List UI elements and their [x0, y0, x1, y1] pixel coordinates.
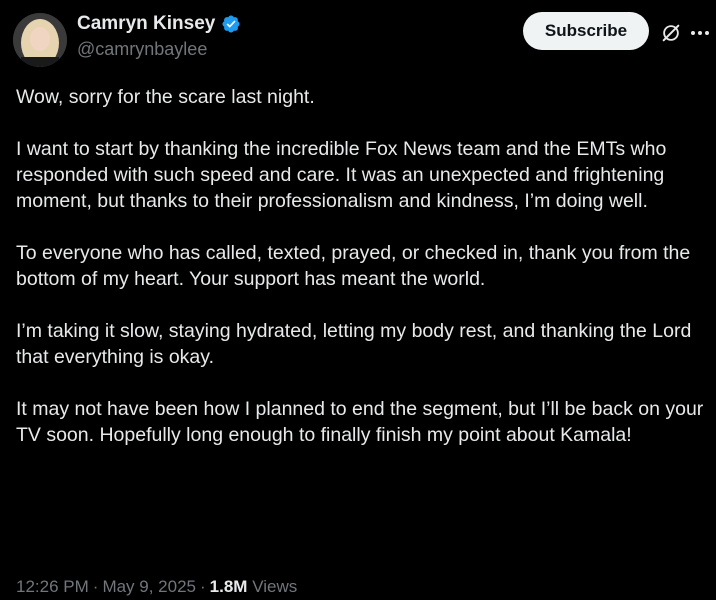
tweet-meta: 12:26 PM · May 9, 2025 · 1.8M Views: [16, 577, 298, 596]
avatar-image: [13, 13, 67, 67]
name-row: Camryn Kinsey: [77, 13, 241, 35]
tweet-time[interactable]: 12:26 PM: [16, 577, 89, 596]
tweet-text: Wow, sorry for the scare last night. I w…: [16, 84, 706, 448]
user-handle[interactable]: @camrynbaylee: [77, 38, 207, 60]
tweet-paragraph: It may not have been how I planned to en…: [16, 398, 704, 446]
tweet-paragraph: Wow, sorry for the scare last night.: [16, 86, 315, 108]
views-label: Views: [252, 577, 298, 596]
tweet-date[interactable]: May 9, 2025: [102, 577, 196, 596]
tweet-paragraph: I’m taking it slow, staying hydrated, le…: [16, 320, 692, 368]
tweet-header: Camryn Kinsey @camrynbaylee Subscribe: [0, 0, 716, 70]
verified-badge-icon: [221, 14, 241, 34]
tweet-paragraph: I want to start by thanking the incredib…: [16, 138, 667, 212]
avatar[interactable]: [13, 13, 67, 67]
display-name[interactable]: Camryn Kinsey: [77, 13, 215, 35]
subscribe-button[interactable]: Subscribe: [523, 12, 649, 50]
tweet-paragraph: To everyone who has called, texted, pray…: [16, 242, 691, 290]
views-count[interactable]: 1.8M: [210, 577, 248, 596]
